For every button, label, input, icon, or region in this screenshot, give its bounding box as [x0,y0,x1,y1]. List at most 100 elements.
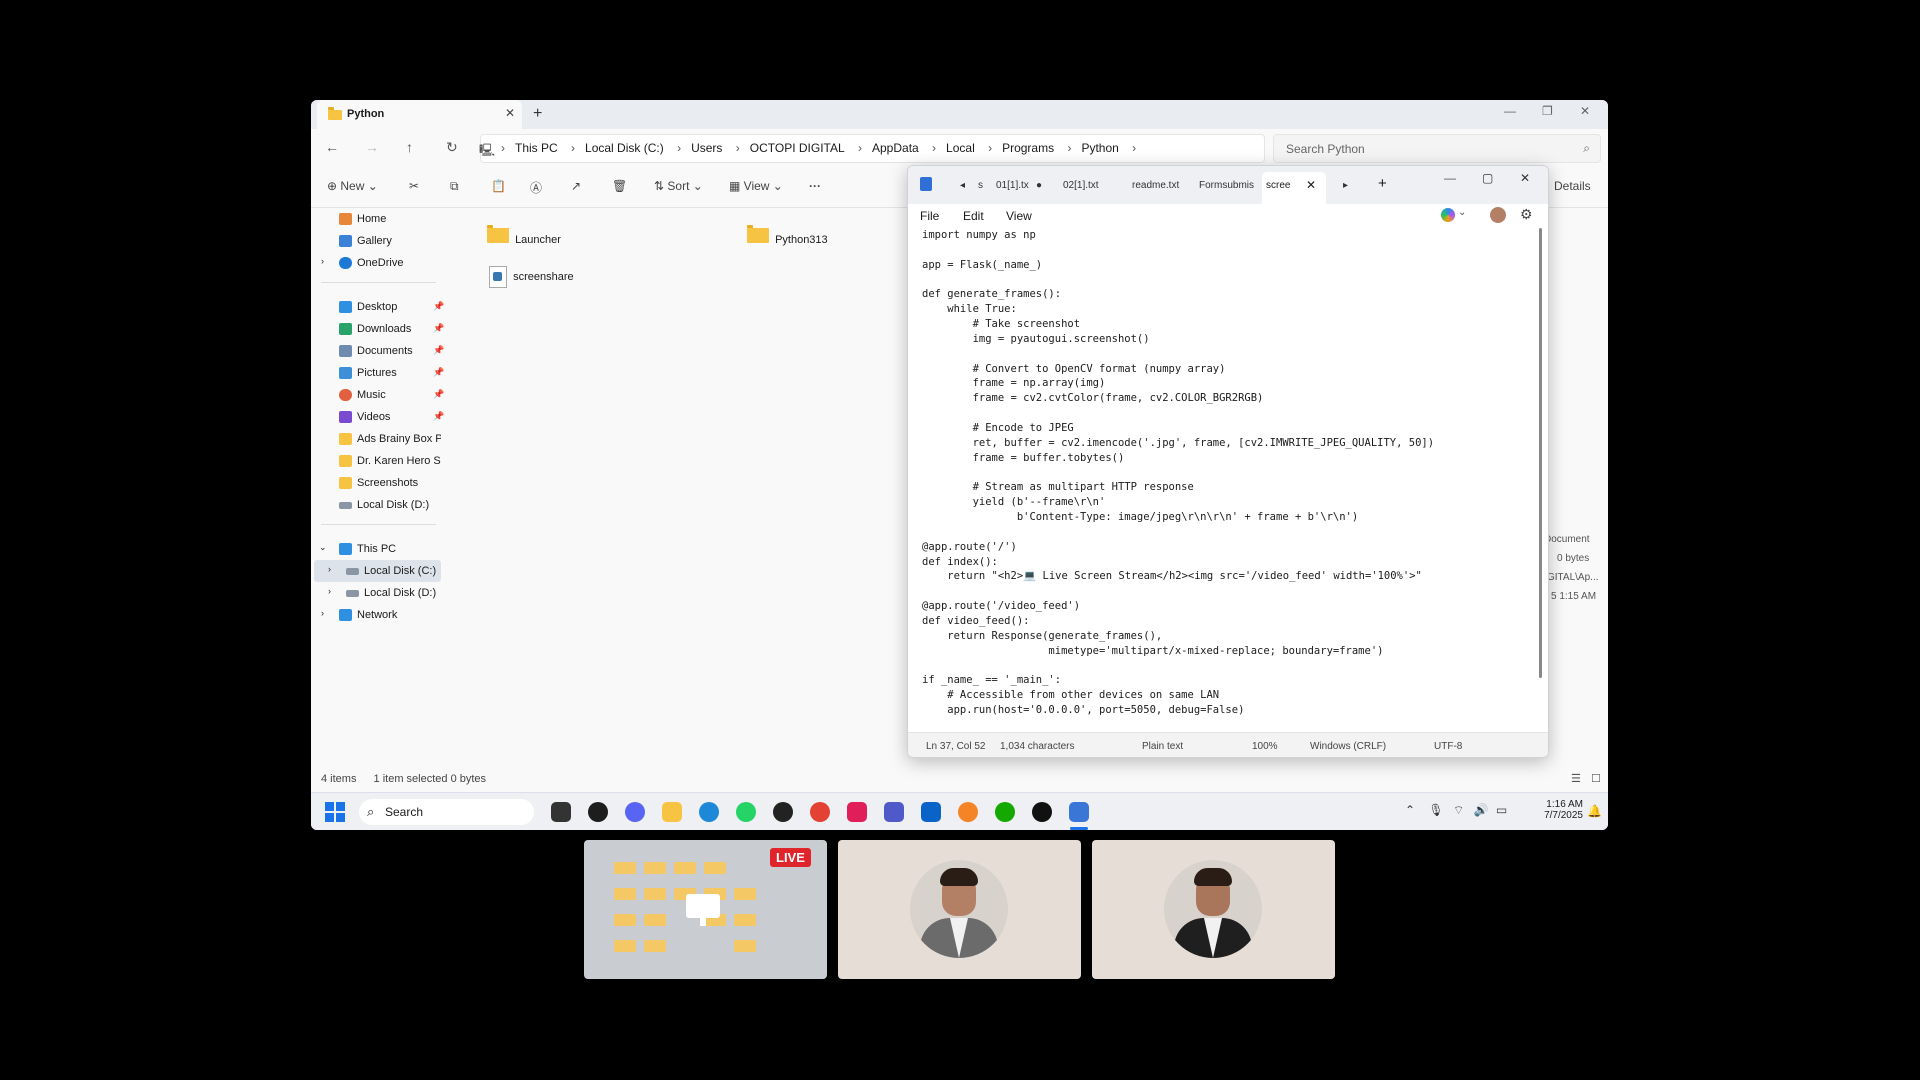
search-input[interactable]: Search Python ⌕ [1273,134,1601,163]
rename-icon[interactable]: Ⓐ [530,179,542,196]
paste-icon[interactable]: 📋 [491,179,506,193]
encoding[interactable]: UTF-8 [1434,741,1462,752]
nav-pictures[interactable]: Pictures 📌 [311,362,444,384]
minimize-icon[interactable]: — [1444,171,1456,185]
address-bar[interactable]: 🖳 › This PC › Local Disk (C:) › Users › OCTO… [479,134,1265,163]
avatar[interactable] [1490,207,1506,223]
close-window-icon[interactable]: ✕ [1520,171,1530,185]
postman-icon[interactable] [958,802,978,822]
chevron-down-icon[interactable]: ⌄ [319,542,327,553]
new-tab-icon[interactable]: + [1378,175,1387,192]
forward-icon[interactable]: → [365,139,379,155]
chevron-right-icon[interactable]: › [328,564,331,574]
notepad-icon[interactable] [1069,802,1089,822]
new-button[interactable]: ⊕ New ⌄ [327,179,378,193]
share-icon[interactable]: ↗ [571,179,581,193]
new-tab-icon[interactable]: + [533,105,542,123]
taskbar-clock[interactable]: 1:16 AM 7/7/2025 [1525,799,1583,821]
battery-icon[interactable]: ▭ [1496,803,1507,817]
file-launcher[interactable]: Launcher [487,225,561,246]
taskbar-search[interactable]: ⌕ Search [359,799,534,825]
nav-this-pc[interactable]: ⌄ This PC [311,538,441,560]
obs-icon[interactable] [588,802,608,822]
view-button[interactable]: ▦ View ⌄ [729,179,783,193]
tab-s[interactable]: s [978,180,983,191]
tab-01[interactable]: 01[1].tx [996,180,1029,191]
wifi-icon[interactable]: ⌔ [1453,803,1464,817]
nav-music[interactable]: Music 📌 [311,384,444,406]
more-options-icon[interactable]: ··· [809,179,821,193]
copy-icon[interactable]: ⧉ [450,179,459,194]
line-endings[interactable]: Windows (CRLF) [1310,741,1386,752]
windows-start-icon[interactable] [325,802,345,822]
maximize-icon[interactable]: ❐ [1542,104,1553,118]
text-format[interactable]: Plain text [1142,741,1183,752]
file-explorer-icon[interactable] [662,802,682,822]
screen-share-tile[interactable]: LIVE [584,840,827,979]
whatsapp-icon[interactable] [736,802,756,822]
discord-icon[interactable] [625,802,645,822]
up-icon[interactable]: ↑ [406,139,413,155]
scrollbar[interactable] [1539,228,1542,678]
gear-icon[interactable]: ⚙ [1520,206,1533,223]
nav-home[interactable]: Home [311,208,441,230]
minimize-icon[interactable]: — [1504,104,1516,118]
refresh-icon[interactable]: ↻ [446,139,458,156]
nav-network[interactable]: › Network [311,604,441,626]
menu-edit[interactable]: Edit [963,209,984,223]
tiles-view-icon[interactable]: ☐ [1591,772,1601,785]
close-tab-icon[interactable]: ✕ [1306,178,1316,192]
explorer-tab[interactable]: Python ✕ [317,100,522,129]
nav-downloads[interactable]: Downloads 📌 [311,318,444,340]
close-tab-icon[interactable]: ✕ [505,106,515,120]
notification-bell-icon[interactable]: 🔔 [1587,804,1602,818]
nav-gallery[interactable]: Gallery [311,230,441,252]
chatgpt-icon[interactable] [773,802,793,822]
crumb-this-pc[interactable]: This PC [515,141,558,155]
upwork-desktop-icon[interactable] [1032,802,1052,822]
upwork-icon[interactable] [995,802,1015,822]
crumb-appdata[interactable]: AppData [872,141,919,155]
back-icon[interactable]: ← [325,139,339,155]
scroll-tabs-right-icon[interactable]: ▸ [1343,180,1348,191]
copilot-icon[interactable] [1441,208,1455,222]
chevron-right-icon[interactable]: › [321,608,324,618]
code-editor[interactable]: import numpy as np app = Flask(_name_) d… [922,228,1522,728]
crumb-users[interactable]: Users [691,141,722,155]
chevron-up-icon[interactable]: ⌃ [1405,803,1415,817]
crumb-local[interactable]: Local [946,141,975,155]
outlook-icon[interactable] [921,802,941,822]
tab-active[interactable]: scree ✕ [1262,172,1326,204]
crumb-local-disk-c[interactable]: Local Disk (C:) [585,141,664,155]
chevron-down-icon[interactable]: ⌄ [1458,207,1466,218]
nav-karen-folder[interactable]: Dr. Karen Hero Sec [311,450,441,472]
crumb-programs[interactable]: Programs [1002,141,1054,155]
file-screenshare[interactable]: screenshare [489,266,574,288]
menu-file[interactable]: File [920,209,939,223]
microphone-icon[interactable]: 🎙 [1428,803,1443,817]
crumb-octopi-digital[interactable]: OCTOPI DIGITAL [750,141,845,155]
chevron-right-icon[interactable]: › [328,586,331,596]
task-view-icon[interactable] [551,802,571,822]
details-button[interactable]: Details [1554,179,1591,193]
menu-view[interactable]: View [1006,209,1032,223]
sort-button[interactable]: ⇅ Sort ⌄ [654,179,703,193]
participant-tile-1[interactable] [838,840,1081,979]
delete-icon[interactable]: 🗑 [612,179,627,193]
tab-formsubmis[interactable]: Formsubmis [1199,180,1254,191]
nav-documents[interactable]: Documents 📌 [311,340,444,362]
maximize-icon[interactable]: ▢ [1482,171,1493,185]
nav-desktop[interactable]: Desktop 📌 [311,296,444,318]
nav-ads-folder[interactable]: Ads Brainy Box Pack [311,428,441,450]
nav-videos[interactable]: Videos 📌 [311,406,444,428]
crumb-python[interactable]: Python [1081,141,1118,155]
list-view-icon[interactable]: ☰ [1571,772,1581,785]
nav-screenshots[interactable]: Screenshots [311,472,441,494]
participant-tile-2[interactable] [1092,840,1335,979]
tab-readme[interactable]: readme.txt [1132,180,1179,191]
teams-icon[interactable] [884,802,904,822]
edge-icon[interactable] [699,802,719,822]
cut-icon[interactable]: ✂ [409,179,419,193]
chrome-icon[interactable] [810,802,830,822]
nav-local-disk-c[interactable]: › Local Disk (C:) [314,560,441,582]
